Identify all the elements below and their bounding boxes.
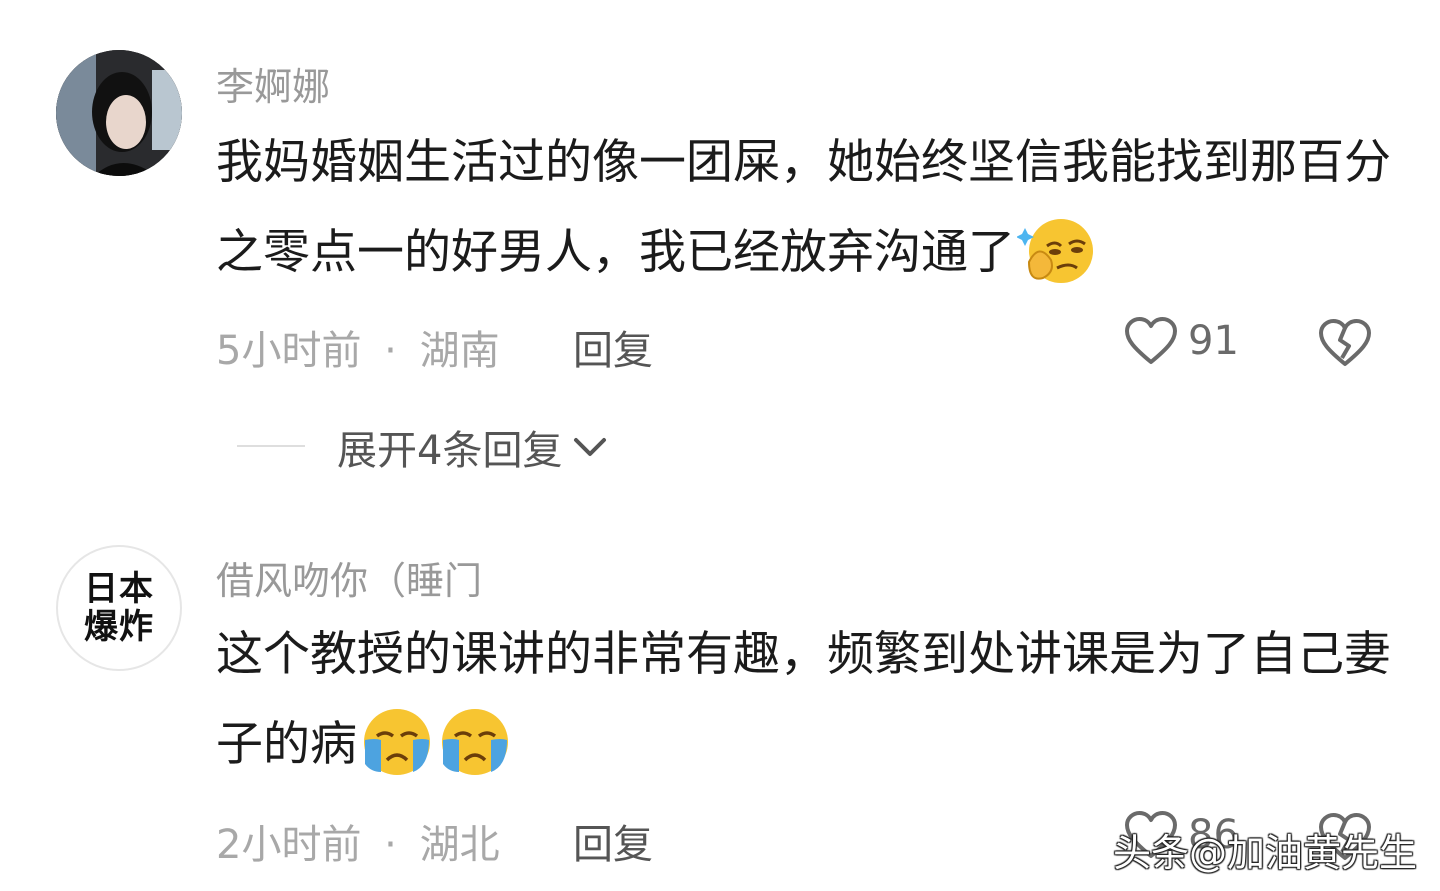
heart-icon: [1125, 317, 1177, 364]
comment-text: 我妈婚姻生活过的像一团屎，她始终坚信我能找到那百分之零点一的好男人，我已经放弃沟…: [216, 118, 1396, 316]
avatar-text: 日本 爆炸: [84, 569, 154, 647]
like-count: 91: [1188, 318, 1239, 364]
username[interactable]: 借风吻你（睡门: [216, 550, 482, 605]
chevron-down-icon: [574, 438, 607, 456]
crying-face-emoji-icon: [359, 706, 435, 808]
watermark: 头条@加油黄先生: [1113, 831, 1418, 875]
expand-replies-button[interactable]: 展开4条回复: [337, 418, 608, 476]
comment-meta: 2小时前 · 湖北: [216, 812, 500, 870]
location: 湖北: [419, 822, 500, 868]
smug-face-emoji-icon: [1016, 216, 1097, 316]
broken-heart-icon: [1319, 319, 1371, 366]
timestamp: 5小时前: [216, 328, 362, 374]
reply-button[interactable]: 回复: [573, 812, 653, 870]
reply-button[interactable]: 回复: [573, 318, 653, 376]
location: 湖南: [419, 328, 500, 374]
crying-face-emoji-icon: [437, 706, 513, 808]
avatar[interactable]: [56, 50, 182, 176]
user-photo-icon: [56, 50, 182, 176]
separator-dot: ·: [384, 822, 397, 868]
dislike-button[interactable]: [1318, 318, 1372, 372]
like-button[interactable]: 91: [1124, 316, 1239, 366]
comment-meta: 5小时前 · 湖南: [216, 318, 500, 376]
expand-divider: [237, 445, 305, 447]
username[interactable]: 李婀娜: [216, 56, 330, 111]
comment-text: 这个教授的课讲的非常有趣，频繁到处讲课是为了自己妻子的病: [216, 610, 1396, 808]
separator-dot: ·: [384, 328, 397, 374]
timestamp: 2小时前: [216, 822, 362, 868]
avatar[interactable]: 日本 爆炸: [56, 545, 182, 671]
